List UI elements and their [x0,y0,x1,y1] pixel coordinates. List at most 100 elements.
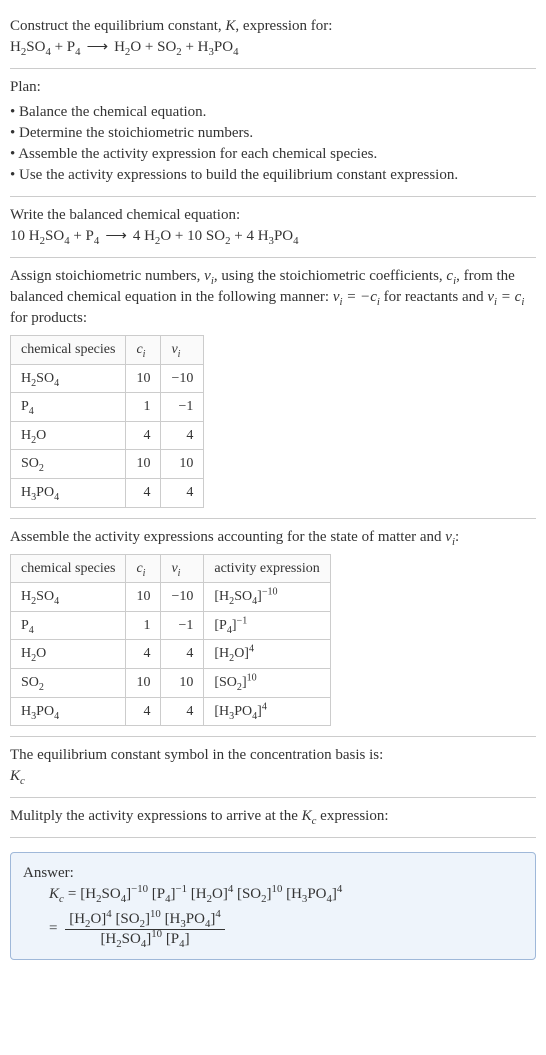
activity-section: Assemble the activity expressions accoun… [10,519,536,738]
plan-section: Plan: Balance the chemical equation. Det… [10,69,536,197]
activity-cell: [H2O]4 [204,640,330,669]
ci-cell: 4 [126,421,161,450]
kc-expression-line2: = [H2O]4 [SO2]10 [H3PO4]4 [H2SO4]10 [P4] [23,909,523,949]
kc-numerator: [H2O]4 [SO2]10 [H3PO4]4 [65,911,225,930]
activity-cell: [H3PO4]4 [204,697,330,726]
arrow-icon: ⟶ [81,39,115,55]
answer-box: Answer: Kc = [H2SO4]−10 [P4]−1 [H2O]4 [S… [10,852,536,960]
nui-cell: −1 [161,393,204,422]
equals: = [49,921,57,937]
balanced-section: Write the balanced chemical equation: 10… [10,197,536,258]
plan-item: Balance the chemical equation. [10,102,536,123]
table-row: H3PO4 4 4 [H3PO4]4 [11,697,331,726]
ci-cell: 4 [126,478,161,507]
activity-heading: Assemble the activity expressions accoun… [10,527,536,548]
table-header-row: chemical species ci νi [11,336,204,365]
col-ci: ci [126,554,161,583]
kc-fraction: [H2O]4 [SO2]10 [H3PO4]4 [H2SO4]10 [P4] [65,911,225,947]
table-row: P4 1 −1 [P4]−1 [11,611,331,640]
intro-line: Construct the equilibrium constant, K, e… [10,16,536,37]
nui-cell: 4 [161,697,204,726]
species-cell: H2SO4 [11,583,126,612]
target-equation: H2SO4 + P4⟶H2O + SO2 + H3PO4 [10,37,536,58]
kc-expression-line1: Kc = [H2SO4]−10 [P4]−1 [H2O]4 [SO2]10 [H… [23,884,523,905]
col-nui: νi [161,554,204,583]
species-cell: H3PO4 [11,697,126,726]
intro-section: Construct the equilibrium constant, K, e… [10,8,536,69]
multiply-text-b: expression: [316,808,388,824]
intro-prefix: Construct the equilibrium constant, [10,18,225,34]
species-cell: SO2 [11,668,126,697]
ci-cell: 10 [126,583,161,612]
species-cell: H2SO4 [11,364,126,393]
table-row: H2SO4 10 −10 [H2SO4]−10 [11,583,331,612]
balanced-equation: 10 H2SO4 + P4⟶4 H2O + 10 SO2 + 4 H3PO4 [10,226,536,247]
stoich-text-a: Assign stoichiometric numbers, [10,268,204,284]
multiply-text-a: Mulitply the activity expressions to arr… [10,808,302,824]
kc-symbol-inline: Kc [302,808,317,824]
coeff-h2so4: 10 [10,228,25,244]
species-cell: H3PO4 [11,478,126,507]
coeff-so2: 10 [187,228,202,244]
nui-cell: 10 [161,668,204,697]
plan-item: Assemble the activity expression for eac… [10,144,536,165]
activity-heading-a: Assemble the activity expressions accoun… [10,529,445,545]
balanced-heading: Write the balanced chemical equation: [10,205,536,226]
kc-basis-section: The equilibrium constant symbol in the c… [10,737,536,798]
stoich-text-d: for reactants and [380,289,487,305]
activity-table: chemical species ci νi activity expressi… [10,554,331,727]
species-cell: P4 [11,611,126,640]
answer-label: Answer: [23,863,523,884]
table-row: H2O 4 4 [H2O]4 [11,640,331,669]
equals: = [68,884,76,905]
c-i: ci [446,268,456,284]
intro-K: K [225,18,235,34]
stoich-text-e: for products: [10,310,87,326]
arrow-icon: ⟶ [99,228,133,244]
ci-cell: 10 [126,668,161,697]
nu-i: νi [445,529,455,545]
table-row: H2O 4 4 [11,421,204,450]
kc-lhs: Kc [49,884,64,905]
kc-basis-text: The equilibrium constant symbol in the c… [10,745,536,766]
species-cell: SO2 [11,450,126,479]
nu-i: νi [204,268,214,284]
coeff-h3po4: 4 [246,228,254,244]
stoich-section: Assign stoichiometric numbers, νi, using… [10,258,536,519]
nui-cell: 4 [161,640,204,669]
col-nui: νi [161,336,204,365]
ci-cell: 10 [126,450,161,479]
nui-cell: −10 [161,364,204,393]
plan-item: Use the activity expressions to build th… [10,165,536,186]
table-row: P4 1 −1 [11,393,204,422]
nui-cell: 10 [161,450,204,479]
ci-cell: 10 [126,364,161,393]
activity-cell: [SO2]10 [204,668,330,697]
stoich-text: Assign stoichiometric numbers, νi, using… [10,266,536,329]
plan-list: Balance the chemical equation. Determine… [10,102,536,186]
ci-cell: 1 [126,611,161,640]
col-species: chemical species [11,336,126,365]
table-row: H2SO4 10 −10 [11,364,204,393]
multiply-section: Mulitply the activity expressions to arr… [10,798,536,838]
nui-cell: 4 [161,478,204,507]
table-row: SO2 10 10 [11,450,204,479]
plan-item: Determine the stoichiometric numbers. [10,123,536,144]
nu-eq-c: νi = ci [487,289,524,305]
stoich-table: chemical species ci νi H2SO4 10 −10 P4 1… [10,335,204,508]
activity-cell: [P4]−1 [204,611,330,640]
coeff-h2o: 4 [133,228,141,244]
col-activity: activity expression [204,554,330,583]
plan-heading: Plan: [10,77,536,98]
table-row: SO2 10 10 [SO2]10 [11,668,331,697]
table-row: H3PO4 4 4 [11,478,204,507]
col-ci: ci [126,336,161,365]
species-cell: H2O [11,640,126,669]
nui-cell: 4 [161,421,204,450]
intro-suffix: , expression for: [235,18,332,34]
answer-section: Answer: Kc = [H2SO4]−10 [P4]−1 [H2O]4 [S… [10,838,536,970]
col-species: chemical species [11,554,126,583]
nui-cell: −10 [161,583,204,612]
kc-product: [H2SO4]−10 [P4]−1 [H2O]4 [SO2]10 [H3PO4]… [80,884,342,905]
activity-cell: [H2SO4]−10 [204,583,330,612]
